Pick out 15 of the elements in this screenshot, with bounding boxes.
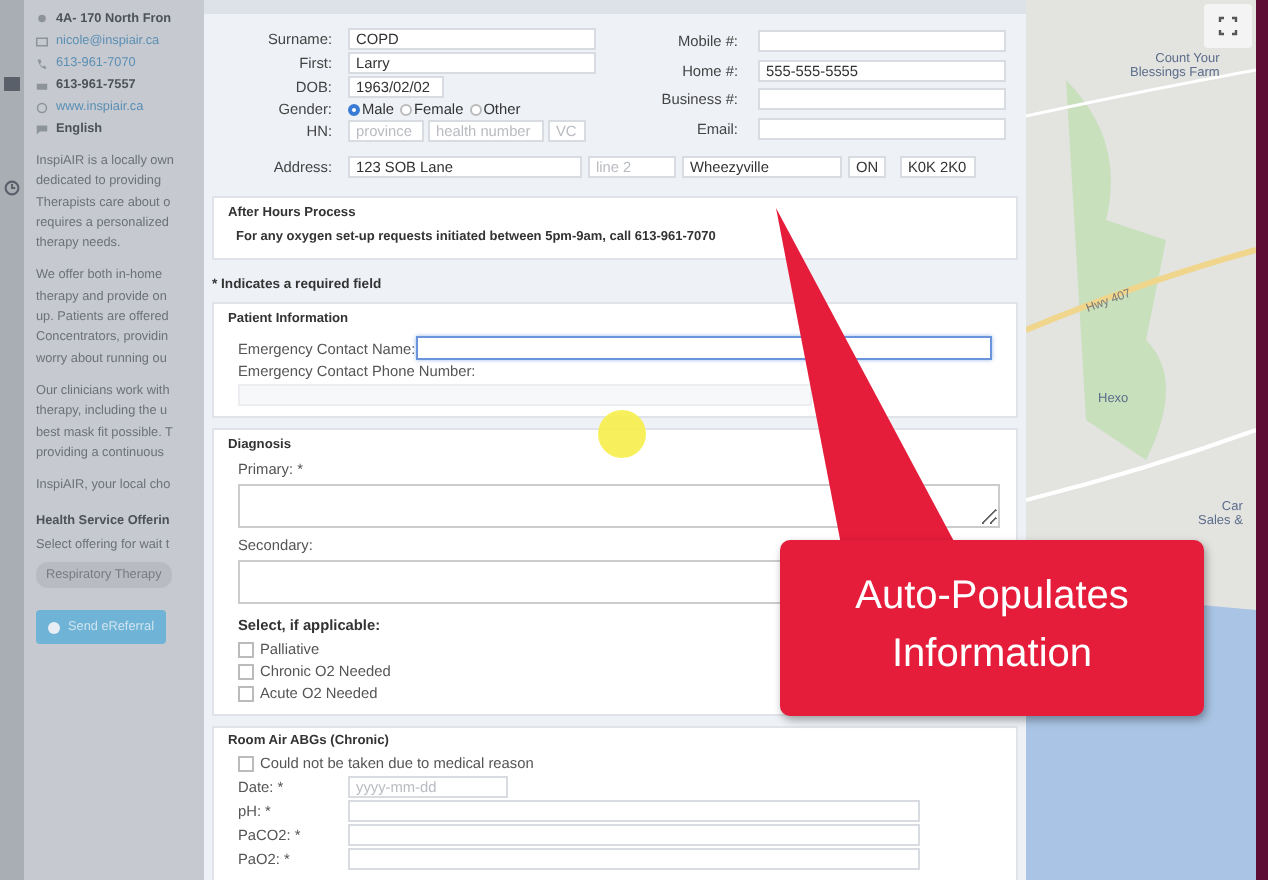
callout-tooltip: Auto-Populates Information bbox=[780, 540, 1204, 716]
phone-icon bbox=[36, 57, 48, 69]
speech-icon bbox=[36, 123, 48, 135]
checkbox[interactable] bbox=[238, 685, 254, 701]
checkbox[interactable] bbox=[238, 663, 254, 679]
fullscreen-icon bbox=[1216, 16, 1240, 36]
radio-button[interactable] bbox=[469, 103, 482, 115]
checkbox[interactable] bbox=[238, 641, 254, 657]
text-field[interactable] bbox=[415, 336, 992, 360]
radio-button[interactable] bbox=[400, 103, 413, 115]
fullscreen-button[interactable] bbox=[1204, 4, 1252, 48]
clock-icon[interactable] bbox=[4, 180, 20, 196]
envelope-icon bbox=[36, 35, 48, 47]
checkbox[interactable] bbox=[238, 755, 254, 771]
radio-button[interactable] bbox=[348, 103, 360, 115]
